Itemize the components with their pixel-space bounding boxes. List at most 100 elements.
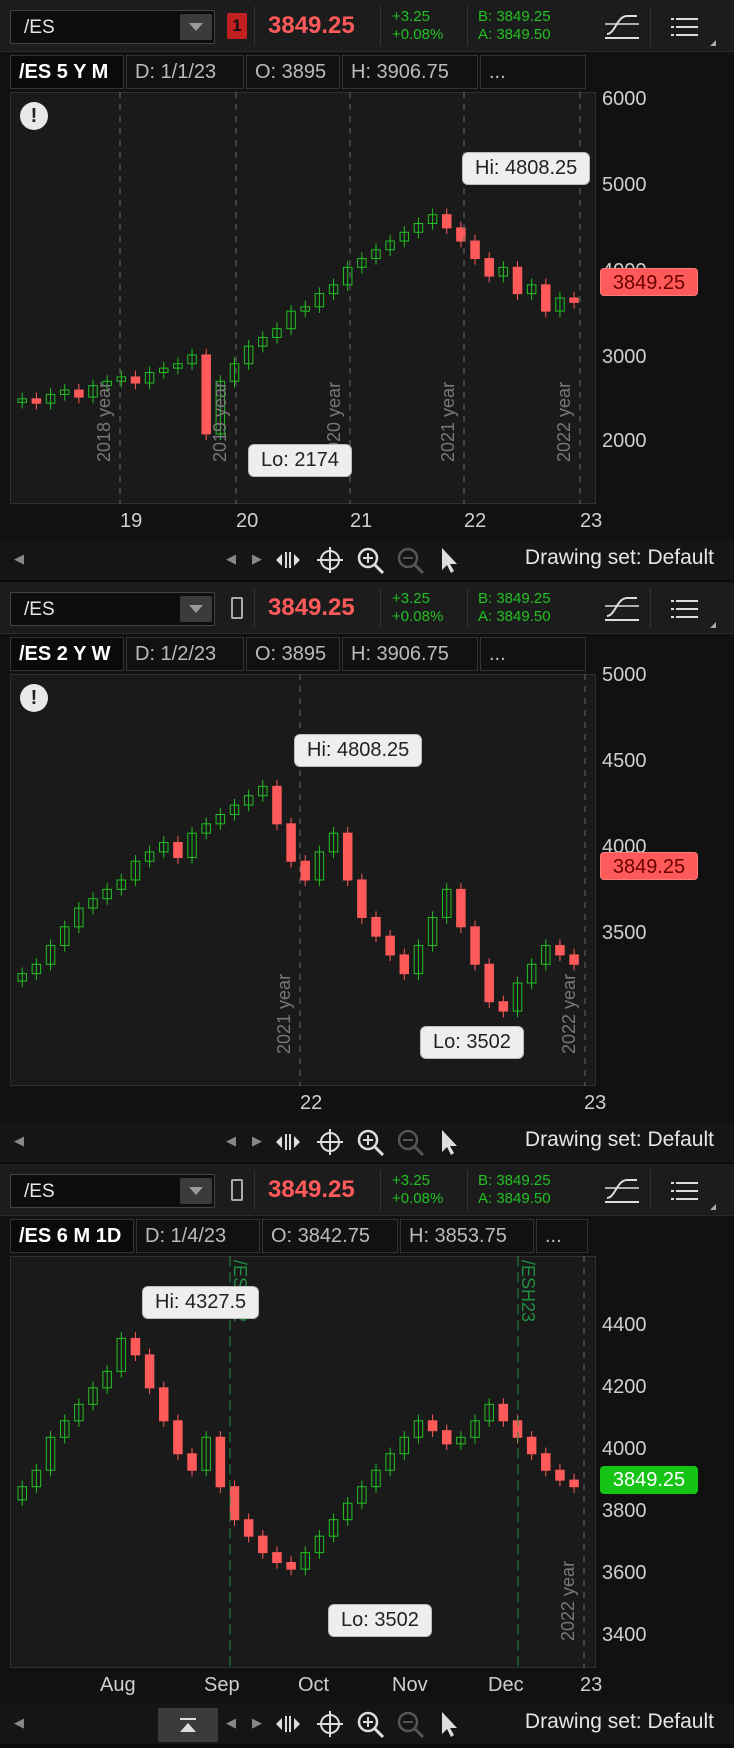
link-icon[interactable] [231, 1179, 243, 1201]
zoom-in-icon[interactable] [356, 1710, 384, 1738]
y-tick: 6000 [602, 88, 647, 110]
divider [467, 1170, 468, 1210]
date-label: D: 1/4/23 [136, 1219, 260, 1253]
resize-corner-icon[interactable] [710, 1204, 716, 1210]
scroll-left-icon[interactable]: ◀ [226, 1704, 236, 1744]
cursor-icon[interactable] [436, 546, 464, 574]
candle [399, 954, 410, 975]
candle [526, 1436, 537, 1455]
cursor-icon[interactable] [436, 1128, 464, 1156]
candle [144, 1354, 155, 1389]
more-label[interactable]: ... [480, 55, 586, 89]
more-label[interactable]: ... [480, 637, 586, 671]
zoom-in-icon[interactable] [356, 1128, 384, 1156]
link-group-badge[interactable]: 1 [227, 13, 247, 39]
bid: B: 3849.25 [478, 1172, 551, 1189]
zoom-out-icon[interactable] [396, 1710, 424, 1738]
zoom-out-icon[interactable] [396, 546, 424, 574]
scroll-left-icon[interactable]: ◀ [14, 1704, 24, 1744]
contract-marker: /ESH23 [518, 1260, 538, 1322]
scroll-right-icon[interactable]: ▶ [252, 540, 262, 580]
studies-icon[interactable] [603, 590, 641, 622]
hi-callout: Hi: 4327.5 [142, 1286, 260, 1319]
period-label[interactable]: /ES 2 Y W [10, 637, 124, 671]
symbol-selector[interactable]: /ES [10, 1174, 215, 1208]
x-tick: 21 [350, 510, 373, 532]
period-label[interactable]: /ES 6 M 1D [10, 1219, 134, 1253]
year-marker: 2021 year [438, 382, 458, 462]
y-tick: 4200 [602, 1376, 647, 1398]
scroll-right-icon[interactable]: ▶ [252, 1122, 262, 1162]
last-price: 3849.25 [268, 12, 355, 39]
year-marker: 2022 year [554, 382, 574, 462]
scroll-left-icon[interactable]: ◀ [14, 540, 24, 580]
divider [380, 1170, 381, 1210]
price-chart[interactable]: /ESU22 /ESH23 2022 year [10, 1256, 596, 1668]
resize-corner-icon[interactable] [710, 622, 716, 628]
candle [74, 389, 84, 398]
candle [272, 785, 282, 825]
candle [484, 963, 494, 1003]
candle [442, 214, 452, 229]
cursor-icon[interactable] [436, 1710, 464, 1738]
scroll-left-icon[interactable]: ◀ [14, 1122, 24, 1162]
resize-corner-icon[interactable] [710, 40, 716, 46]
x-tick: Dec [488, 1674, 524, 1696]
x-tick: 23 [580, 510, 603, 532]
divider [650, 1170, 651, 1210]
crosshair-icon[interactable] [316, 1128, 344, 1156]
chart-toolbar: ◀ ◀ ▶ Drawing set: Default [0, 540, 734, 580]
price-change: +3.25 +0.08% [392, 1172, 443, 1208]
candle [512, 266, 523, 295]
crosshair-icon[interactable] [316, 546, 344, 574]
date-label: D: 1/1/23 [126, 55, 244, 89]
drawing-set-label[interactable]: Drawing set: Default [525, 546, 714, 570]
change-abs: +3.25 [392, 590, 430, 607]
price-tag: 3849.25 [600, 268, 698, 296]
collapse-up-icon [180, 1718, 196, 1732]
y-tick: 4500 [602, 750, 647, 772]
period-label[interactable]: /ES 5 Y M [10, 55, 124, 89]
candle [243, 1519, 254, 1537]
y-tick: 5000 [602, 174, 647, 196]
chart-panel-6m: /ES 3849.25 +3.25 +0.08% B: 3849.25 A: 3… [0, 1164, 734, 1744]
y-tick: 3400 [602, 1624, 647, 1646]
scroll-right-icon[interactable]: ▶ [252, 1704, 262, 1744]
menu-icon[interactable] [660, 592, 714, 626]
drawing-set-label[interactable]: Drawing set: Default [525, 1128, 714, 1152]
bid-ask: B: 3849.25 A: 3849.50 [478, 590, 551, 626]
divider [467, 6, 468, 46]
chevron-down-icon[interactable] [180, 1178, 212, 1204]
y-tick: 3000 [602, 346, 647, 368]
crosshair-icon[interactable] [316, 1710, 344, 1738]
open-label: O: 3895 [246, 637, 340, 671]
drawing-set-label[interactable]: Drawing set: Default [525, 1710, 714, 1734]
warning-icon[interactable]: ! [20, 102, 48, 130]
zoom-fit-icon[interactable] [274, 1128, 302, 1156]
zoom-in-icon[interactable] [356, 546, 384, 574]
chevron-down-icon[interactable] [180, 596, 212, 622]
menu-icon[interactable] [660, 10, 714, 44]
studies-icon[interactable] [603, 1172, 641, 1204]
studies-icon[interactable] [603, 8, 641, 40]
more-label[interactable]: ... [536, 1219, 588, 1253]
bid: B: 3849.25 [478, 8, 551, 25]
chevron-down-icon[interactable] [180, 14, 212, 40]
link-icon[interactable] [231, 597, 243, 619]
zoom-fit-icon[interactable] [274, 546, 302, 574]
change-pct: +0.08% [392, 1190, 444, 1207]
scroll-left-icon[interactable]: ◀ [226, 1122, 236, 1162]
candle [371, 916, 381, 937]
year-marker: 2021 year [274, 974, 294, 1054]
collapse-button[interactable] [158, 1708, 218, 1742]
zoom-out-icon[interactable] [396, 1128, 424, 1156]
symbol-selector[interactable]: /ES [10, 592, 215, 626]
candle [569, 297, 579, 303]
zoom-fit-icon[interactable] [274, 1710, 302, 1738]
high-label: H: 3906.75 [342, 55, 478, 89]
candle [258, 1535, 268, 1554]
symbol-selector[interactable]: /ES [10, 10, 215, 44]
scroll-left-icon[interactable]: ◀ [226, 540, 236, 580]
menu-icon[interactable] [660, 1174, 714, 1208]
warning-icon[interactable]: ! [20, 684, 48, 712]
